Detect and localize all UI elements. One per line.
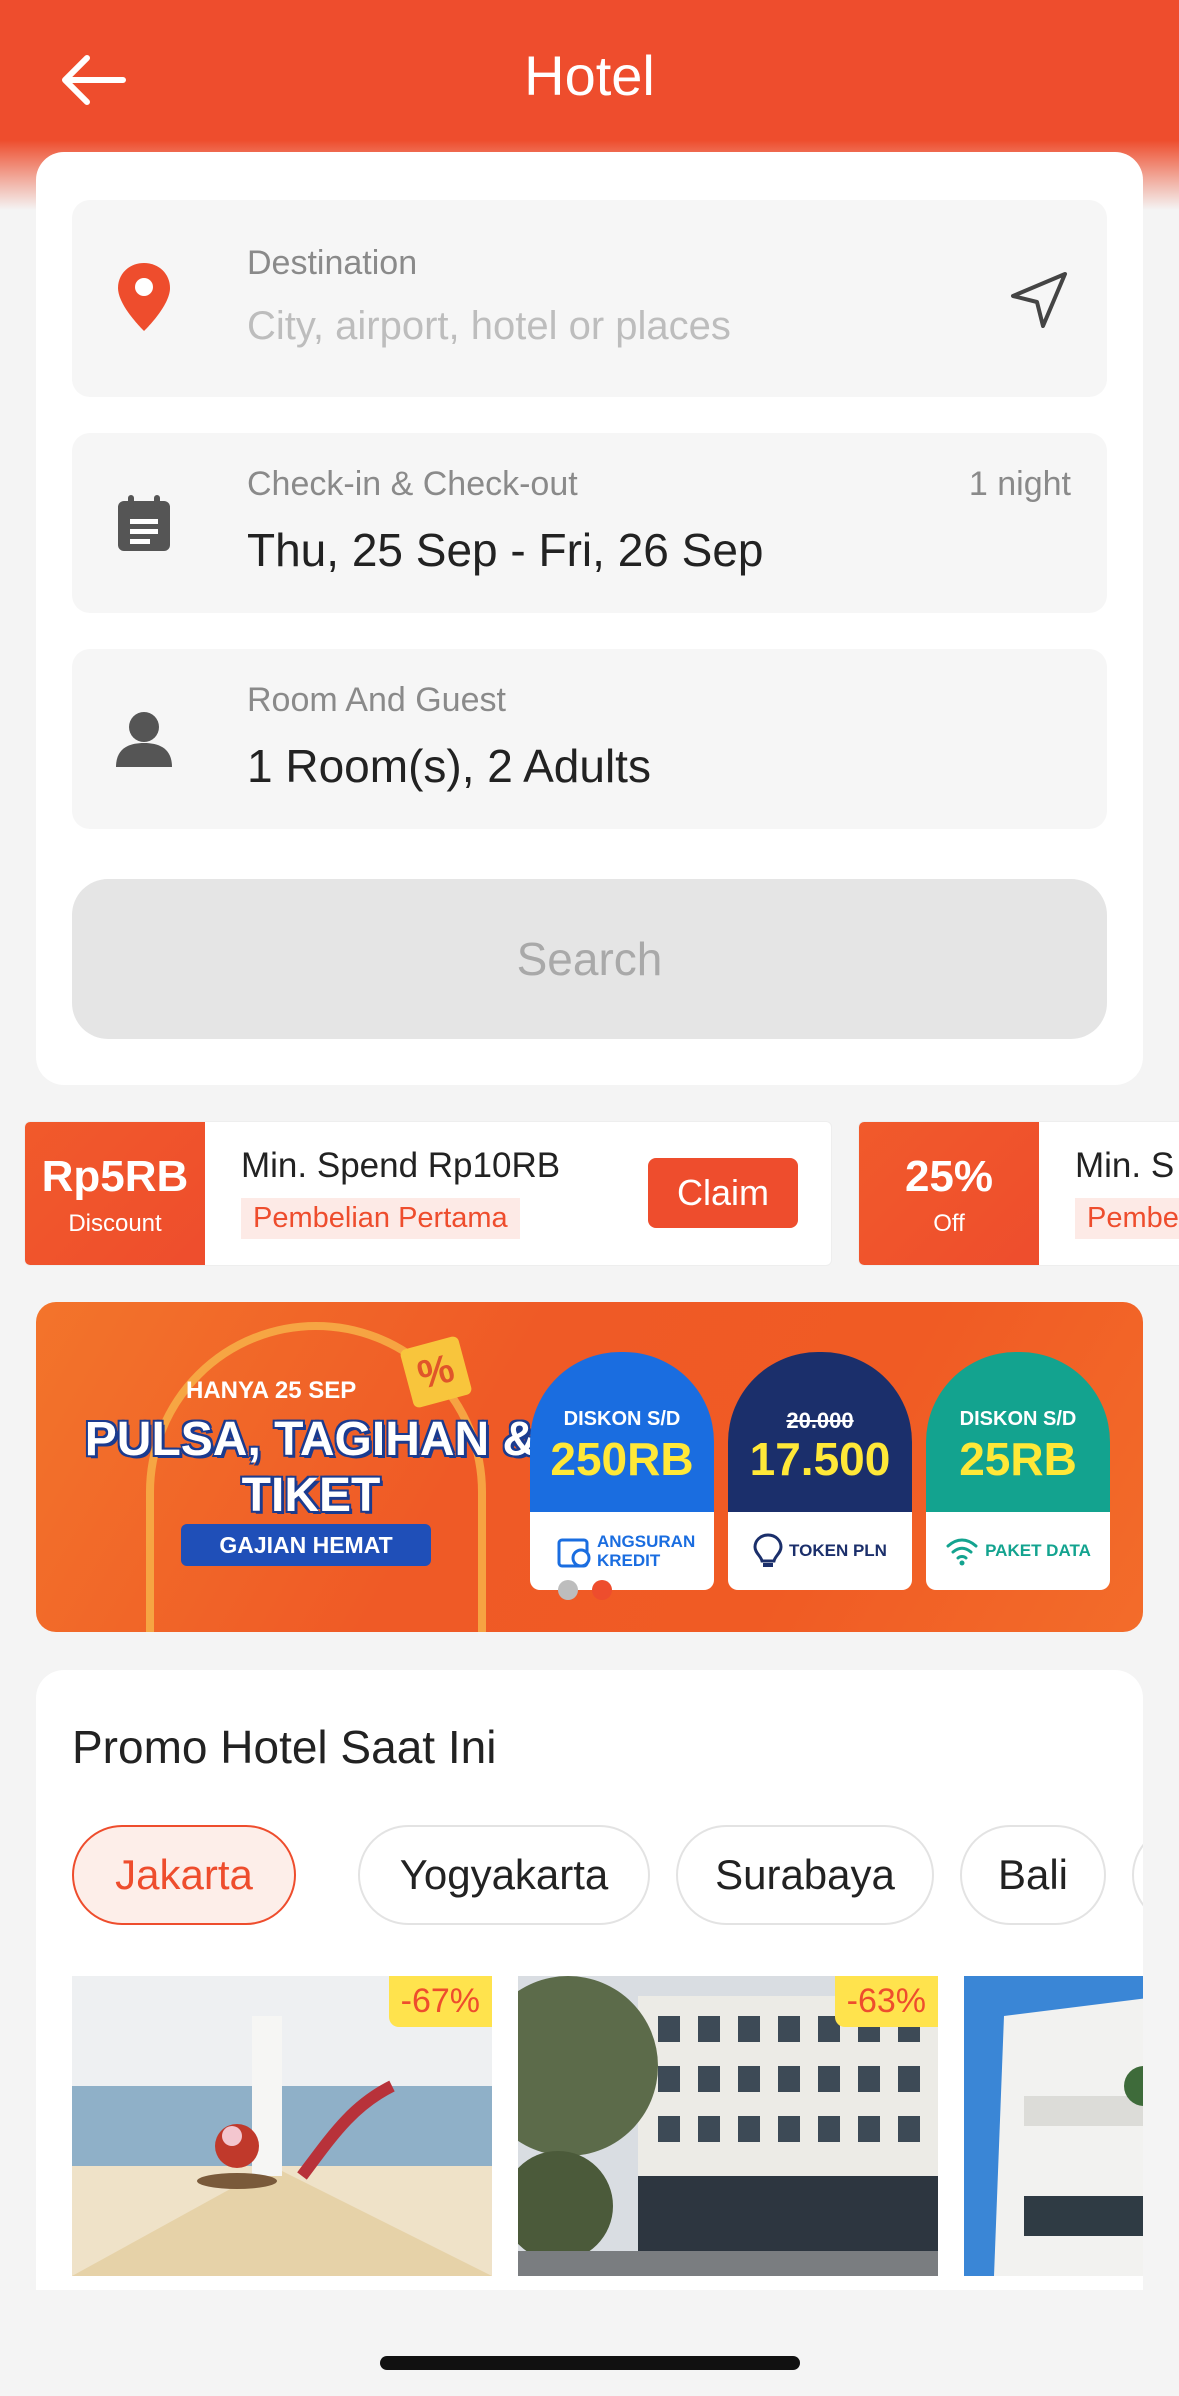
banner-date: HANYA 25 SEP [186, 1377, 357, 1404]
voucher-amount-sub: Discount [68, 1210, 162, 1237]
banner-offer-footer-label: TOKEN PLN [789, 1541, 887, 1560]
city-filter-chips: Jakarta Yogyakarta Surabaya Bali B [72, 1825, 1143, 1929]
search-card: Destination City, airport, hotel or plac… [36, 152, 1143, 1085]
voucher-card[interactable]: Rp5RB Discount Min. Spend Rp10RB Pembeli… [24, 1121, 832, 1266]
voucher-carousel[interactable]: Rp5RB Discount Min. Spend Rp10RB Pembeli… [24, 1121, 1179, 1266]
promo-hotel-section: Promo Hotel Saat Ini Jakarta Yogyakarta … [36, 1670, 1143, 2290]
voucher-amount-sub: Off [933, 1210, 965, 1237]
destination-field[interactable]: Destination City, airport, hotel or plac… [72, 200, 1107, 397]
banner-offer-top: 20.000 17.500 [728, 1352, 912, 1512]
destination-label: Destination [247, 244, 418, 282]
voucher-amount: 25% [904, 1152, 994, 1201]
banner-offer-top: DISKON S/D 250RB [530, 1352, 714, 1512]
room-guest-field[interactable]: Room And Guest 1 Room(s), 2 Adults [72, 649, 1107, 829]
banner-offer-old-price: 20.000 [786, 1408, 854, 1433]
banner-offer-footer-label: PAKET DATA [985, 1541, 1091, 1560]
voucher-tag: Pembelian Pertama [241, 1198, 520, 1239]
voucher-amount: Rp5RB [41, 1152, 189, 1201]
hotel-exterior-image [964, 1976, 1143, 2276]
banner-offer-card: DISKON S/D 250RB ANGSURAN KREDIT [530, 1352, 714, 1590]
carousel-dot-active[interactable] [592, 1580, 612, 1600]
search-button[interactable]: Search [72, 879, 1107, 1039]
city-chip-jakarta[interactable]: Jakarta [72, 1825, 296, 1925]
discount-badge: -63% [834, 1976, 938, 2027]
hotel-carousel[interactable]: -67% -63% [72, 1976, 1143, 2290]
city-chip-more[interactable]: B [1132, 1825, 1143, 1925]
navigation-arrow-icon[interactable] [1007, 268, 1071, 332]
carousel-indicator [558, 1580, 612, 1600]
hotel-card[interactable] [964, 1976, 1143, 2290]
voucher-title: Min. Spend Rp10RB [241, 1146, 561, 1185]
installment-calendar-icon [557, 1538, 591, 1568]
voucher-card[interactable]: 25% Off Min. S Pembe [858, 1121, 1179, 1266]
nights-count: 1 night [968, 465, 1071, 503]
banner-offer-value: 17.500 [749, 1433, 891, 1485]
section-title: Promo Hotel Saat Ini [72, 1721, 497, 1773]
banner-offer-footer: TOKEN PLN [728, 1512, 912, 1590]
banner-offer-footer: ANGSURAN KREDIT [530, 1512, 714, 1590]
dates-label: Check-in & Check-out [247, 465, 578, 503]
promo-banner[interactable]: % HANYA 25 SEP PULSA, TAGIHAN & TIKET GA… [36, 1302, 1143, 1632]
voucher-discount-panel: Rp5RB Discount [25, 1122, 205, 1265]
calendar-icon [112, 491, 176, 555]
voucher-title: Min. S [1075, 1146, 1175, 1185]
banner-offer-card: DISKON S/D 25RB PAKET DATA [926, 1352, 1110, 1590]
banner-offer-footer: PAKET DATA [926, 1512, 1110, 1590]
home-indicator [380, 2356, 800, 2370]
banner-offer-card: 20.000 17.500 TOKEN PLN [728, 1352, 912, 1590]
dates-value: Thu, 25 Sep - Fri, 26 Sep [247, 524, 764, 576]
carousel-dot[interactable] [558, 1580, 578, 1600]
hotel-card[interactable]: -67% [72, 1976, 492, 2290]
claim-button[interactable]: Claim [648, 1158, 798, 1228]
voucher-tag: Pembe [1075, 1198, 1179, 1239]
city-chip-surabaya[interactable]: Surabaya [676, 1825, 934, 1925]
page-title: Hotel [524, 44, 655, 107]
banner-offer-value: 250RB [550, 1433, 694, 1485]
hotel-search-screen: Hotel Destination City, airport, hotel o… [0, 0, 1179, 2396]
banner-offer-value: 25RB [959, 1433, 1077, 1485]
banner-offer-footer-label: ANGSURAN KREDIT [597, 1532, 696, 1570]
destination-placeholder: City, airport, hotel or places [247, 304, 731, 348]
room-guest-value: 1 Room(s), 2 Adults [247, 740, 651, 792]
discount-badge: -67% [388, 1976, 492, 2027]
city-chip-bali[interactable]: Bali [960, 1825, 1106, 1925]
banner-headline: PULSA, TAGIHAN & TIKET [84, 1413, 538, 1522]
banner-offer-top: DISKON S/D 25RB [926, 1352, 1110, 1512]
voucher-discount-panel: 25% Off [859, 1122, 1039, 1265]
city-chip-yogyakarta[interactable]: Yogyakarta [358, 1825, 650, 1925]
banner-offer-caption: DISKON S/D [959, 1408, 1077, 1430]
room-guest-label: Room And Guest [247, 681, 506, 719]
person-icon [112, 707, 176, 771]
wifi-icon [946, 1538, 978, 1566]
lightbulb-icon [753, 1533, 783, 1567]
location-pin-icon [112, 263, 176, 331]
banner-offer-caption: DISKON S/D [563, 1408, 681, 1430]
hotel-card[interactable]: -63% [518, 1976, 938, 2290]
banner-pill: GAJIAN HEMAT [181, 1524, 431, 1566]
checkin-checkout-field[interactable]: Check-in & Check-out 1 night Thu, 25 Sep… [72, 433, 1107, 613]
